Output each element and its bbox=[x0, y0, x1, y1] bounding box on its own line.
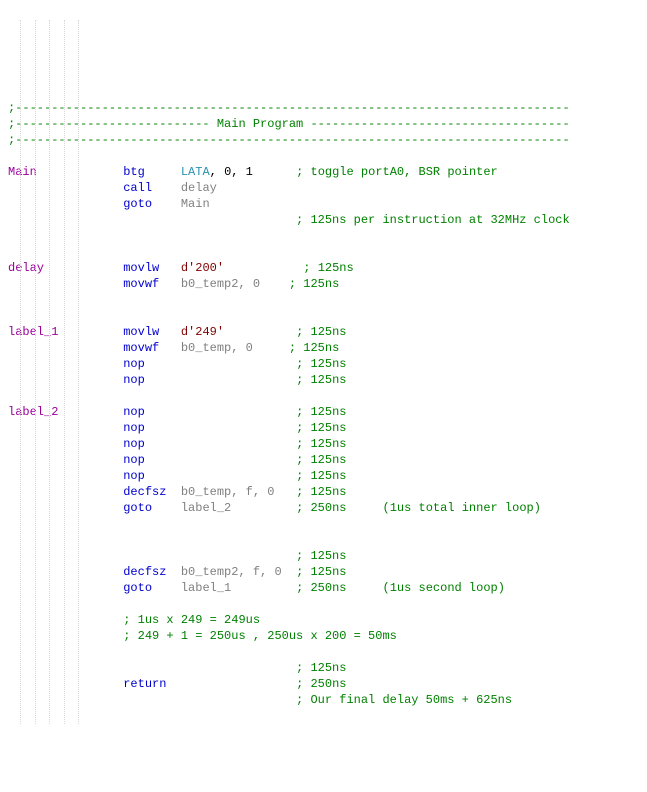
comment: (1us second loop) bbox=[383, 581, 505, 595]
mnemonic: goto bbox=[123, 197, 152, 211]
label-main: Main bbox=[8, 165, 37, 179]
mnemonic: nop bbox=[123, 437, 145, 451]
operand: b0_temp, f, 0 bbox=[181, 485, 275, 499]
mnemonic: btg bbox=[123, 165, 145, 179]
mnemonic: movlw bbox=[123, 325, 159, 339]
mnemonic: movwf bbox=[123, 277, 159, 291]
mnemonic: nop bbox=[123, 405, 145, 419]
mnemonic: nop bbox=[123, 453, 145, 467]
label-1: label_1 bbox=[8, 325, 58, 339]
comment: ; 125ns bbox=[296, 325, 346, 339]
comment: ; 249 + 1 = 250us , 250us x 200 = 50ms bbox=[123, 629, 397, 643]
mnemonic: movwf bbox=[123, 341, 159, 355]
comment: ; 125ns bbox=[296, 549, 346, 563]
comment: ; 125ns per instruction at 32MHz clock bbox=[296, 213, 570, 227]
label-2: label_2 bbox=[8, 405, 58, 419]
mnemonic: return bbox=[123, 677, 166, 691]
comment: ; 125ns bbox=[296, 373, 346, 387]
comment: ; 125ns bbox=[289, 341, 339, 355]
operand: label_1 bbox=[181, 581, 231, 595]
comment: ; 125ns bbox=[296, 421, 346, 435]
mnemonic: call bbox=[123, 181, 152, 195]
comment: ; 250ns bbox=[296, 501, 346, 515]
comment: ; 125ns bbox=[289, 277, 339, 291]
mnemonic: nop bbox=[123, 357, 145, 371]
operand: , 0, 1 bbox=[210, 165, 253, 179]
separator: ;---------------------------------------… bbox=[8, 101, 570, 115]
operand: LATA bbox=[181, 165, 210, 179]
comment: (1us total inner loop) bbox=[383, 501, 541, 515]
comment: ; 125ns bbox=[296, 661, 346, 675]
comment: ; Our final delay 50ms + 625ns bbox=[296, 693, 512, 707]
separator: ;---------------------------------------… bbox=[8, 133, 570, 147]
comment: ; 125ns bbox=[303, 261, 353, 275]
mnemonic: nop bbox=[123, 469, 145, 483]
comment: ; 125ns bbox=[296, 437, 346, 451]
label-delay: delay bbox=[8, 261, 44, 275]
mnemonic: nop bbox=[123, 373, 145, 387]
code-block: ;---------------------------------------… bbox=[8, 100, 647, 708]
operand: b0_temp, 0 bbox=[181, 341, 253, 355]
mnemonic: movlw bbox=[123, 261, 159, 275]
operand: Main bbox=[181, 197, 210, 211]
comment: ; toggle portA0, BSR pointer bbox=[296, 165, 498, 179]
comment: ; 250ns bbox=[296, 581, 346, 595]
comment: ; 125ns bbox=[296, 453, 346, 467]
comment: ; 125ns bbox=[296, 405, 346, 419]
mnemonic: decfsz bbox=[123, 565, 166, 579]
mnemonic: decfsz bbox=[123, 485, 166, 499]
comment: ; 125ns bbox=[296, 357, 346, 371]
comment: ; 125ns bbox=[296, 565, 346, 579]
operand: b0_temp2, f, 0 bbox=[181, 565, 282, 579]
mnemonic: goto bbox=[123, 581, 152, 595]
comment: ; 125ns bbox=[296, 469, 346, 483]
literal: d'200' bbox=[181, 261, 224, 275]
title-separator: ;--------------------------- Main Progra… bbox=[8, 117, 570, 131]
comment: ; 250ns bbox=[296, 677, 346, 691]
operand: delay bbox=[181, 181, 217, 195]
mnemonic: goto bbox=[123, 501, 152, 515]
comment: ; 125ns bbox=[296, 485, 346, 499]
operand: label_2 bbox=[181, 501, 231, 515]
literal: d'249' bbox=[181, 325, 224, 339]
operand: b0_temp2, 0 bbox=[181, 277, 260, 291]
comment: ; 1us x 249 = 249us bbox=[123, 613, 260, 627]
mnemonic: nop bbox=[123, 421, 145, 435]
